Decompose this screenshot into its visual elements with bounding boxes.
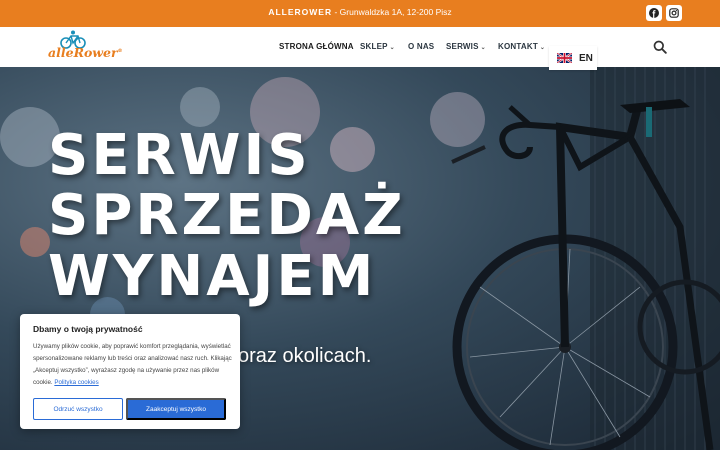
site-header: alleRower® STRONA GŁÓWNA SKLEP ⌄ O NAS SE…	[0, 27, 720, 67]
chevron-down-icon: ⌄	[539, 45, 546, 51]
nav-contact[interactable]: KONTAKT ⌄	[498, 42, 545, 51]
nav-service[interactable]: SERWIS ⌄	[446, 42, 486, 51]
cookie-title: Dbamy o twoją prywatność	[33, 324, 143, 334]
topbar-info: ALLEROWER - Grunwaldzka 1A, 12-200 Pisz	[0, 7, 720, 17]
cookie-policy-link[interactable]: Polityka cookies	[54, 379, 98, 386]
topbar-address: - Grunwaldzka 1A, 12-200 Pisz	[332, 7, 452, 17]
hero-title-line-1: SERWIS	[48, 123, 311, 188]
site-logo[interactable]: alleRower®	[48, 30, 123, 64]
nav-shop[interactable]: SKLEP ⌄	[360, 42, 395, 51]
chevron-down-icon: ⌄	[480, 45, 486, 51]
accept-all-button[interactable]: Zaakceptuj wszystko	[126, 398, 226, 420]
reject-all-button[interactable]: Odrzuć wszystko	[33, 398, 123, 420]
nav-about[interactable]: O NAS	[408, 42, 434, 51]
hero-title-line-2: SPRZEDAŻ	[48, 183, 406, 248]
topbar-brand: ALLEROWER	[268, 7, 333, 17]
top-bar: ALLEROWER - Grunwaldzka 1A, 12-200 Pisz	[0, 0, 720, 27]
cookie-consent-dialog: Dbamy o twoją prywatność Używamy plików …	[20, 314, 240, 429]
logo-text: alleRower®	[48, 45, 123, 60]
language-selector[interactable]: EN	[549, 46, 597, 70]
facebook-icon[interactable]	[646, 5, 662, 21]
chevron-down-icon: ⌄	[389, 45, 395, 51]
language-label: EN	[579, 52, 593, 64]
hero-subtitle: oraz okolicach.	[238, 345, 372, 367]
hero-title-line-3: WYNAJEM	[48, 244, 377, 309]
bicycle-image	[451, 67, 720, 450]
instagram-icon[interactable]	[666, 5, 682, 21]
uk-flag-icon	[557, 53, 572, 63]
cookie-text: Używamy plików cookie, aby poprawić komf…	[33, 343, 232, 386]
nav-home[interactable]: STRONA GŁÓWNA	[279, 42, 354, 51]
search-icon[interactable]	[653, 40, 667, 54]
